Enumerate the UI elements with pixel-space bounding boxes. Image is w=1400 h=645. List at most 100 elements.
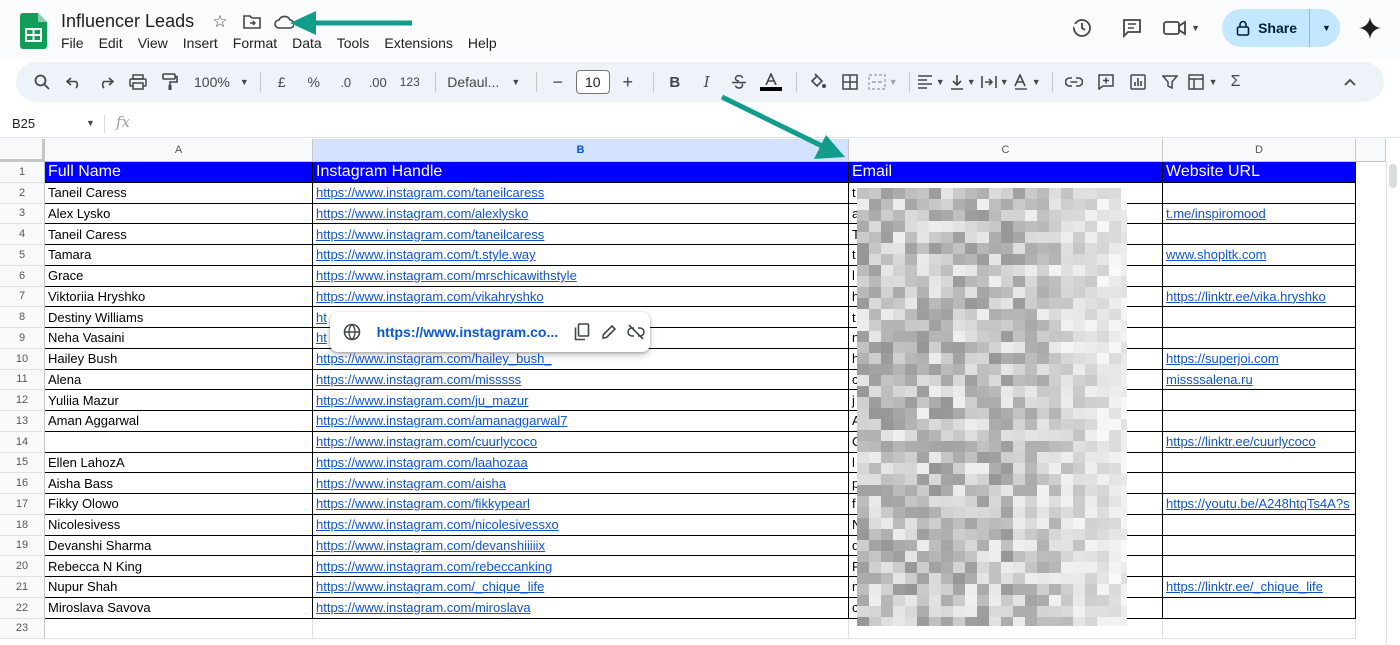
more-formats-button[interactable]: 123	[396, 68, 424, 96]
edit-icon[interactable]	[597, 318, 622, 346]
paint-format-icon[interactable]	[156, 68, 184, 96]
cell-instagram-handle[interactable]: https://www.instagram.com/alexlysko	[313, 203, 849, 225]
menu-tools[interactable]: Tools	[337, 35, 370, 51]
unlink-icon[interactable]	[623, 318, 648, 346]
copy-icon[interactable]	[570, 318, 595, 346]
meet-button[interactable]: ▼	[1162, 18, 1200, 38]
increase-font-size-button[interactable]: +	[614, 68, 642, 96]
cell-link[interactable]: https://www.instagram.com/taneilcaress	[316, 185, 544, 200]
cell-link[interactable]: https://www.instagram.com/fikkypearl	[316, 496, 530, 511]
cloud-status-icon[interactable]	[274, 12, 294, 32]
insert-comment-icon[interactable]	[1092, 68, 1120, 96]
cell-link[interactable]: https://www.instagram.com/devanshiiiiix	[316, 538, 545, 553]
cell-website-url[interactable]	[1163, 452, 1356, 474]
cell-website-url[interactable]: https://superjoi.com	[1163, 348, 1356, 370]
cell-link[interactable]: missssalena.ru	[1166, 372, 1253, 387]
cell-empty[interactable]	[1163, 618, 1356, 640]
row-header[interactable]: 16	[0, 473, 45, 494]
cell-link[interactable]: https://superjoi.com	[1166, 351, 1279, 366]
cell-website-url[interactable]	[1163, 390, 1356, 411]
cell-full-name[interactable]: Nupur Shah	[45, 577, 313, 598]
cell-link[interactable]: www.shopltk.com	[1166, 247, 1266, 262]
functions-button[interactable]: Σ	[1222, 68, 1250, 96]
cell-link[interactable]: https://www.instagram.com/rebeccanking	[316, 559, 552, 574]
text-rotation-icon[interactable]: ▼	[1013, 68, 1041, 96]
borders-icon[interactable]	[836, 68, 864, 96]
cell-website-url[interactable]	[1163, 265, 1356, 287]
font-family-select[interactable]: Defaul... ▼	[443, 68, 525, 96]
fill-color-icon[interactable]	[804, 68, 832, 96]
row-header[interactable]: 21	[0, 577, 45, 598]
cell-website-url[interactable]: missssalena.ru	[1163, 369, 1356, 391]
vertical-scrollbar[interactable]	[1386, 162, 1400, 645]
cell-full-name[interactable]: Viktoriia Hryshko	[45, 286, 313, 308]
cell-link[interactable]: https://www.instagram.com/nicolesivessxo	[316, 517, 559, 532]
row-header[interactable]: 10	[0, 348, 45, 370]
row-header[interactable]: 8	[0, 307, 45, 328]
cell-empty[interactable]	[45, 618, 313, 640]
cell-website-url[interactable]	[1163, 411, 1356, 432]
cell-link[interactable]: https://www.instagram.com/misssss	[316, 372, 521, 387]
document-title[interactable]: Influencer Leads	[61, 11, 194, 32]
cell-instagram-handle[interactable]: https://www.instagram.com/rebeccanking	[313, 556, 849, 577]
cell-empty[interactable]	[313, 618, 849, 640]
cell-link[interactable]: https://linktr.ee/_chique_life	[1166, 579, 1323, 594]
cell-instagram-handle[interactable]: https://www.instagram.com/amanaggarwal7	[313, 411, 849, 432]
cell-instagram-handle[interactable]: https://www.instagram.com/misssss	[313, 369, 849, 391]
menu-format[interactable]: Format	[233, 35, 277, 51]
header-cell-col-d[interactable]: Website URL	[1163, 162, 1356, 183]
increase-decimal-button[interactable]: .00	[364, 68, 392, 96]
cell-instagram-handle[interactable]: https://www.instagram.com/mrschicawithst…	[313, 265, 849, 287]
text-wrapping-icon[interactable]: ▼	[980, 68, 1009, 96]
comments-icon[interactable]	[1114, 10, 1150, 46]
merge-cells-icon[interactable]: ▼	[868, 68, 898, 96]
cell-instagram-handle[interactable]: https://www.instagram.com/vikahryshko	[313, 286, 849, 308]
cell-instagram-handle[interactable]: https://www.instagram.com/laahozaa	[313, 452, 849, 474]
column-header-e[interactable]	[1356, 139, 1386, 162]
cell-website-url[interactable]: https://linktr.ee/cuurlycoco	[1163, 431, 1356, 453]
cell-link[interactable]: https://youtu.be/A248htqTs4A?s	[1166, 496, 1350, 511]
header-cell-col-a[interactable]: Full Name	[45, 162, 313, 183]
version-history-icon[interactable]	[1064, 10, 1100, 46]
insert-chart-icon[interactable]	[1124, 68, 1152, 96]
cell-instagram-handle[interactable]: https://www.instagram.com/devanshiiiiix	[313, 535, 849, 557]
column-header-b[interactable]: B	[313, 139, 849, 162]
cell-link[interactable]: https://www.instagram.com/laahozaa	[316, 455, 528, 470]
cell-full-name[interactable]: Alena	[45, 369, 313, 391]
row-header[interactable]: 13	[0, 411, 45, 432]
cell-instagram-handle[interactable]: https://www.instagram.com/taneilcaress	[313, 224, 849, 245]
gemini-sparkle-icon[interactable]	[1356, 14, 1384, 42]
cell-full-name[interactable]: Tamara	[45, 245, 313, 266]
bold-button[interactable]: B	[661, 68, 689, 96]
row-header[interactable]: 19	[0, 535, 45, 557]
cell-instagram-handle[interactable]: https://www.instagram.com/cuurlycoco	[313, 431, 849, 453]
cell-website-url[interactable]: https://linktr.ee/_chique_life	[1163, 577, 1356, 598]
column-header-d[interactable]: D	[1163, 139, 1356, 162]
scrollbar-thumb[interactable]	[1389, 164, 1397, 188]
cell-website-url[interactable]	[1163, 556, 1356, 577]
cell-link[interactable]: https://www.instagram.com/amanaggarwal7	[316, 413, 567, 428]
redo-icon[interactable]	[92, 68, 120, 96]
cell-link[interactable]: https://www.instagram.com/aisha	[316, 476, 506, 491]
row-header[interactable]: 22	[0, 597, 45, 619]
cell-link[interactable]: https://www.instagram.com/mrschicawithst…	[316, 268, 577, 283]
cell-website-url[interactable]: www.shopltk.com	[1163, 245, 1356, 266]
cell-full-name[interactable]: Miroslava Savova	[45, 597, 313, 619]
zoom-select[interactable]: 100% ▼	[194, 68, 249, 96]
cell-full-name[interactable]: Taneil Caress	[45, 224, 313, 245]
cell-link[interactable]: https://www.instagram.com/cuurlycoco	[316, 434, 537, 449]
row-header[interactable]: 5	[0, 245, 45, 266]
sheets-logo-icon[interactable]	[20, 13, 47, 49]
cell-link[interactable]: ht	[316, 330, 327, 345]
row-header[interactable]: 15	[0, 452, 45, 474]
filter-views-icon[interactable]: ▼	[1187, 68, 1218, 96]
cell-full-name[interactable]: Grace	[45, 265, 313, 287]
cell-website-url[interactable]	[1163, 224, 1356, 245]
vertical-align-icon[interactable]: ▼	[949, 68, 977, 96]
cell-full-name[interactable]: Devanshi Sharma	[45, 535, 313, 557]
cell-website-url[interactable]	[1163, 473, 1356, 494]
horizontal-align-icon[interactable]: ▼	[917, 68, 945, 96]
cell-full-name[interactable]: Yuliia Mazur	[45, 390, 313, 411]
insert-link-icon[interactable]	[1060, 68, 1088, 96]
cell-full-name[interactable]: Nicolesivess	[45, 514, 313, 536]
